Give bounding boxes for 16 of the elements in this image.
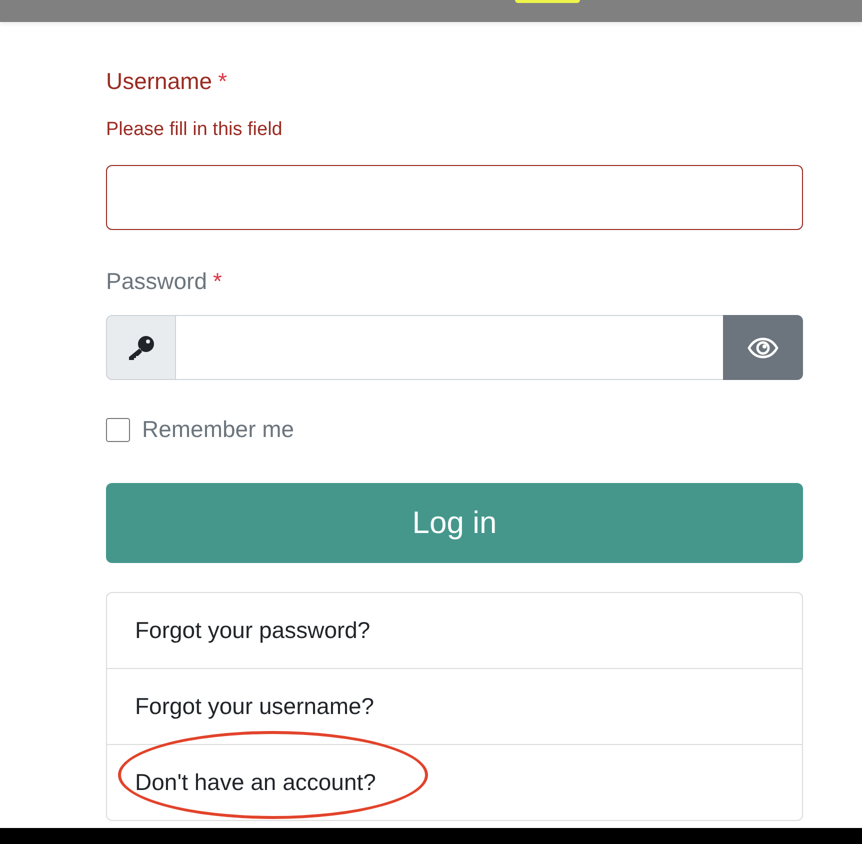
link[interactable]: Don't have an account? xyxy=(135,769,376,796)
link[interactable]: Forgot your username? xyxy=(135,693,374,720)
required-mark: * xyxy=(218,68,228,95)
required-mark: * xyxy=(212,268,222,295)
key-icon xyxy=(126,334,156,362)
show-password-button[interactable] xyxy=(723,315,803,380)
field-label: Username xyxy=(106,68,212,95)
error-message: Please fill in this field xyxy=(106,119,284,141)
remember-checkbox[interactable] xyxy=(106,418,130,442)
checkbox-label: Remember me xyxy=(142,416,294,443)
password-field[interactable] xyxy=(176,315,723,380)
field-label: Password xyxy=(106,268,207,295)
username-field[interactable] xyxy=(106,165,803,230)
eye-icon xyxy=(747,336,779,358)
highlight-marker xyxy=(515,0,580,3)
link[interactable]: Forgot your password? xyxy=(135,617,370,644)
